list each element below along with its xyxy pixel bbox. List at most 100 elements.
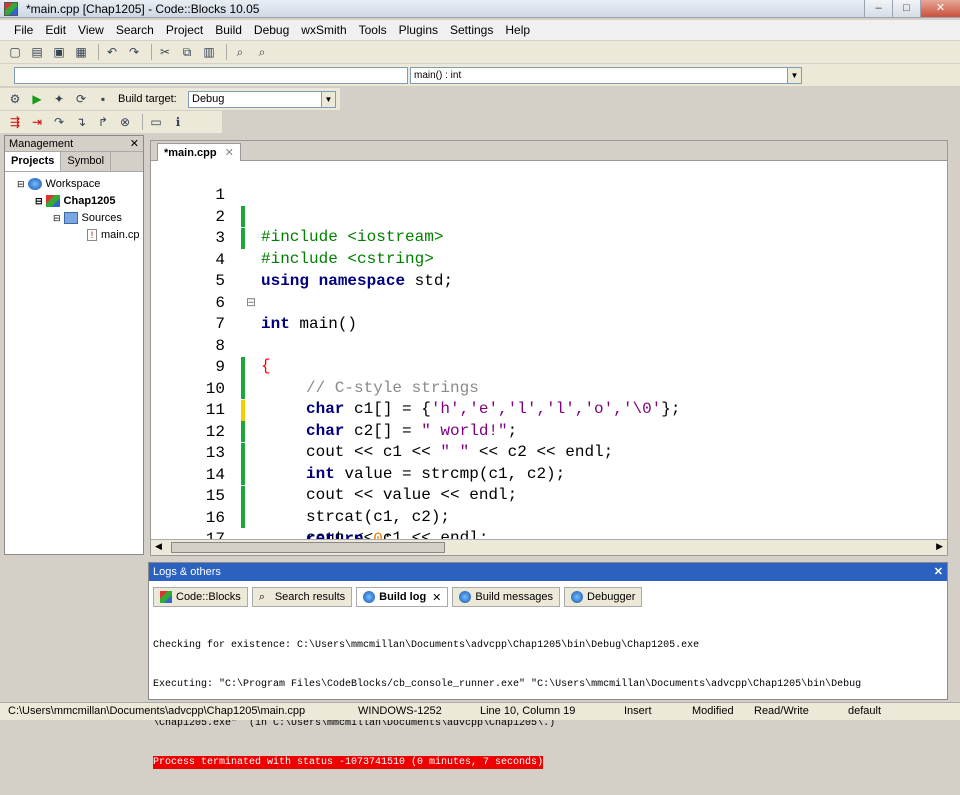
function-combo[interactable]: main() : int ▼ (410, 67, 802, 84)
maximize-button[interactable]: □ (892, 0, 920, 17)
tab-projects[interactable]: Projects (5, 152, 62, 171)
menu-edit[interactable]: Edit (39, 23, 72, 37)
step-into-icon[interactable]: ↴ (72, 113, 90, 131)
close-icon[interactable]: ✕ (130, 136, 139, 152)
close-icon[interactable]: ✕ (432, 591, 441, 604)
replace-icon[interactable]: ⌕ (253, 43, 271, 61)
menu-view[interactable]: View (72, 23, 110, 37)
tree-project[interactable]: ⊟ Chap1205 (35, 195, 116, 207)
menu-project[interactable]: Project (160, 23, 209, 37)
code-line: 13 cout << value << endl; (151, 422, 947, 504)
tab-label: Search results (274, 591, 346, 603)
collapse-icon[interactable]: ⊟ (17, 179, 25, 190)
tab-search-results[interactable]: ⌕ Search results (251, 587, 353, 607)
open-folder-icon[interactable]: ▤ (28, 43, 46, 61)
tab-main-cpp[interactable]: *main.cpp ✕ (157, 143, 241, 161)
next-line-icon[interactable]: ↷ (50, 113, 68, 131)
rebuild-icon[interactable]: ⟳ (72, 90, 90, 108)
management-tabs: Projects Symbol (5, 152, 143, 172)
fold-collapse-icon[interactable]: ⊟ (246, 293, 258, 314)
tree-folder[interactable]: ⊟ Sources (53, 212, 122, 224)
collapse-icon[interactable]: ⊟ (53, 213, 61, 224)
run-to-cursor-icon[interactable]: ⇥ (28, 113, 46, 131)
copy-icon[interactable]: ⧉ (178, 43, 196, 61)
code-line: 11 cout << c1 << " " << c2 << endl; (151, 379, 947, 461)
debug-run-icon[interactable]: ⇶ (6, 113, 24, 131)
menu-settings[interactable]: Settings (444, 23, 499, 37)
scrollbar-thumb[interactable] (171, 542, 445, 553)
code-line: 9 char c1[] = {'h','e','l','l','o','\0'}… (151, 336, 947, 418)
tab-codeblocks-log[interactable]: Code::Blocks (153, 587, 248, 607)
tab-label: Build messages (475, 591, 554, 603)
save-all-icon[interactable]: ▦ (72, 43, 90, 61)
code-line: 6 int main() (151, 272, 947, 333)
build-log-icon (363, 591, 376, 603)
tab-symbols[interactable]: Symbol (61, 152, 112, 171)
search-icon: ⌕ (258, 591, 265, 603)
code-area[interactable]: 1 #include <iostream> 2 #include <cstrin… (151, 161, 947, 539)
close-icon[interactable]: ✕ (225, 147, 234, 159)
horizontal-scrollbar[interactable]: ◀ ▶ (151, 539, 947, 555)
tab-build-messages[interactable]: Build messages (452, 587, 561, 607)
find-icon[interactable]: ⌕ (231, 43, 249, 61)
cpp-file-icon: ! (87, 229, 97, 241)
build-and-run-icon[interactable]: ✦ (50, 90, 68, 108)
cut-icon[interactable]: ✂ (156, 43, 174, 61)
tree-workspace[interactable]: ⊟ Workspace (17, 178, 100, 190)
menu-build[interactable]: Build (209, 23, 248, 37)
logs-panel: Logs & others ✕ Code::Blocks ⌕ Search re… (148, 562, 948, 769)
info-icon[interactable]: ℹ (169, 113, 187, 131)
scroll-right-icon[interactable]: ▶ (936, 541, 943, 552)
tab-label: Debugger (587, 591, 636, 603)
redo-icon[interactable]: ↷ (125, 43, 143, 61)
status-read-write: Read/Write (754, 705, 809, 717)
close-button[interactable]: ✕ (920, 0, 960, 17)
log-error-line: Process terminated with status -10737415… (153, 756, 544, 769)
logs-header: Logs & others ✕ (149, 563, 947, 581)
run-icon[interactable]: ▶ (28, 90, 46, 108)
debugger-icon (571, 591, 584, 603)
build-target-combo[interactable]: Debug ▼ (188, 91, 336, 108)
menu-plugins[interactable]: Plugins (393, 23, 444, 37)
code-line: 16 return 0; (151, 487, 947, 540)
menu-tools[interactable]: Tools (353, 23, 393, 37)
menu-file[interactable]: File (8, 23, 39, 37)
build-target-value: Debug (192, 93, 225, 105)
undo-icon[interactable]: ↶ (103, 43, 121, 61)
menu-debug[interactable]: Debug (248, 23, 295, 37)
chevron-down-icon[interactable]: ▼ (321, 92, 335, 107)
toolbar-separator (142, 114, 143, 130)
save-icon[interactable]: ▣ (50, 43, 68, 61)
project-icon (45, 195, 60, 207)
build-messages-icon (459, 591, 472, 603)
menu-help[interactable]: Help (499, 23, 536, 37)
build-gear-icon[interactable]: ⚙ (6, 90, 24, 108)
code-line: 4 using namespace std; (151, 229, 947, 290)
debug-windows-icon[interactable]: ▭ (147, 113, 165, 131)
tab-debugger[interactable]: Debugger (564, 587, 643, 607)
close-icon[interactable]: ✕ (934, 563, 943, 581)
build-target-label: Build target: (118, 93, 177, 105)
minimize-button[interactable]: – (864, 0, 892, 17)
paste-icon[interactable]: ▥ (200, 43, 218, 61)
management-panel: Management ✕ Projects Symbol ⊟ Workspace… (4, 135, 144, 555)
stop-debugger-icon[interactable]: ⊗ (116, 113, 134, 131)
collapse-icon[interactable]: ⊟ (35, 196, 43, 207)
status-encoding: WINDOWS-1252 (358, 705, 442, 717)
scope-combo[interactable] (14, 67, 408, 84)
status-file-path: C:\Users\mmcmillan\Documents\advcpp\Chap… (8, 705, 306, 717)
step-out-icon[interactable]: ↱ (94, 113, 112, 131)
code-line: 15 cout << c1 << endl; (151, 465, 947, 539)
menu-wxsmith[interactable]: wxSmith (295, 23, 352, 37)
code-line: 14 strcat(c1, c2); (151, 444, 947, 526)
status-profile: default (848, 705, 882, 717)
new-file-icon[interactable]: ▢ (6, 43, 24, 61)
menu-search[interactable]: Search (110, 23, 160, 37)
codeblocks-icon (160, 591, 172, 603)
tree-file[interactable]: ! main.cp (87, 229, 140, 241)
toolbar-separator (98, 44, 99, 60)
tab-build-log[interactable]: Build log ✕ (356, 587, 449, 607)
scroll-left-icon[interactable]: ◀ (155, 541, 162, 552)
abort-icon[interactable]: ▪ (94, 90, 112, 108)
chevron-down-icon[interactable]: ▼ (787, 68, 801, 83)
